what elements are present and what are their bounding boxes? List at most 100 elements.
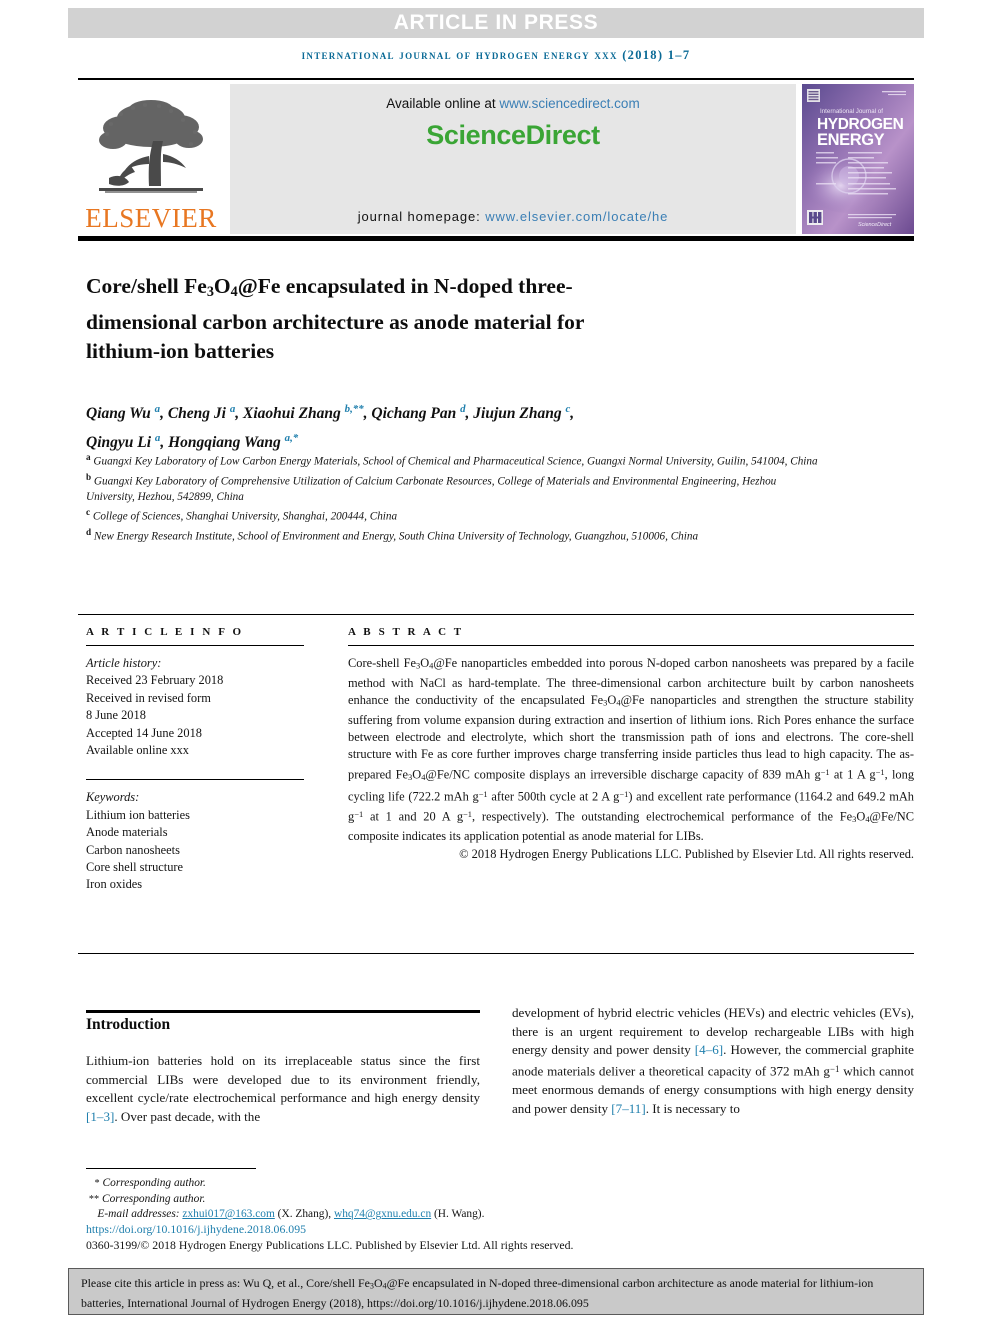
journal-cover-image: International Journal of HYDROGEN ENERGY <box>802 84 914 234</box>
affiliation-list: a Guangxi Key Laboratory of Low Carbon E… <box>86 450 826 545</box>
article-in-press-banner: ARTICLE IN PRESS <box>68 8 924 38</box>
citation-ref[interactable]: [1–3] <box>86 1109 114 1124</box>
introduction-rule <box>86 1010 480 1013</box>
abstract-column: A B S T R A C T Core-shell Fe3O4@Fe nano… <box>348 626 914 864</box>
available-online-prefix: Available online at <box>386 96 500 111</box>
title-sub-4: 4 <box>230 284 238 301</box>
keywords-label: Keywords: <box>86 790 140 805</box>
article-history-item: Available online xxx <box>86 743 189 758</box>
affiliation-item: d New Energy Research Institute, School … <box>86 525 826 545</box>
abstract-seg: at 1 and 20 A g <box>363 809 464 824</box>
article-info-heading: A R T I C L E I N F O <box>86 626 244 638</box>
article-history-item: Accepted 14 June 2018 <box>86 725 202 740</box>
author-item: Qingyu Li a, <box>86 432 165 452</box>
email-label: E-mail addresses: <box>97 1208 183 1221</box>
doi-link[interactable]: https://doi.org/10.1016/j.ijhydene.2018.… <box>86 1222 306 1237</box>
affiliation-item: c College of Sciences, Shanghai Universi… <box>86 505 826 525</box>
corresponding-author-note: ** Corresponding author. <box>86 1192 686 1208</box>
affiliation-text: New Energy Research Institute, School of… <box>93 531 699 544</box>
issn-copyright-line: 0360-3199/© 2018 Hydrogen Energy Publica… <box>86 1238 574 1252</box>
keyword-item: Core shell structure <box>86 860 184 875</box>
citation-ref[interactable]: [7–11] <box>611 1101 645 1116</box>
author-item: Xiaohui Zhang b,**, <box>243 403 368 423</box>
author-item: Hongqiang Wang a,* <box>168 432 299 452</box>
affiliation-text: College of Sciences, Shanghai University… <box>92 511 398 524</box>
masthead-bottom-rule <box>78 236 914 241</box>
article-history-label: Article history: <box>86 656 162 670</box>
keywords-block: Keywords: Lithium ion batteries Anode ma… <box>86 779 304 893</box>
masthead-top-rule <box>78 78 914 80</box>
corresponding-text: Corresponding author. <box>101 1192 206 1205</box>
journal-cover: International Journal of HYDROGEN ENERGY <box>802 84 914 234</box>
article-history-item: Received in revised form <box>86 690 211 705</box>
abstract-seg: O <box>412 767 422 782</box>
affiliation-mark: b <box>86 472 92 483</box>
corresponding-author-note: * Corresponding author. <box>86 1176 686 1192</box>
svg-text:ScienceDirect: ScienceDirect <box>858 222 892 228</box>
introduction-paragraph-left: Lithium-ion batteries hold on its irrepl… <box>86 1052 480 1126</box>
article-history-item: 8 June 2018 <box>86 708 146 723</box>
author-name: Hongqiang Wang <box>168 434 281 452</box>
abstract-divider <box>348 645 914 646</box>
citation-ref[interactable]: [4–6] <box>695 1042 723 1057</box>
keyword-item: Iron oxides <box>86 877 143 892</box>
sciencedirect-link[interactable]: www.sciencedirect.com <box>499 96 639 111</box>
author-affil-mark: a,* <box>284 432 299 445</box>
author-item: Cheng Ji a, <box>167 403 240 423</box>
author-name: Xiaohui Zhang <box>243 405 341 423</box>
journal-homepage-link[interactable]: www.elsevier.com/locate/he <box>485 209 668 224</box>
author-item: Qiang Wu a, <box>86 403 164 423</box>
title-line-1b: O <box>213 274 231 299</box>
abstract-seg: O <box>856 809 866 824</box>
elsevier-tree-icon <box>99 100 203 193</box>
title-line-1c: @Fe encapsulated in N-doped <box>237 274 513 299</box>
email-link-zhang[interactable]: zxhui017@163.com <box>182 1208 274 1220</box>
affiliation-item: a Guangxi Key Laboratory of Low Carbon E… <box>86 450 826 470</box>
abstract-sup: −1 <box>463 808 472 819</box>
title-sub-3: 3 <box>206 284 214 301</box>
elsevier-wordmark: ELSEVIER <box>85 203 217 233</box>
available-online-line: Available online at www.sciencedirect.co… <box>230 96 796 111</box>
author-name: Qichang Pan <box>371 405 457 423</box>
abstract-sup: −1 <box>875 766 885 777</box>
elsevier-logo: ELSEVIER <box>78 84 224 234</box>
article-info-column: A R T I C L E I N F O Article history: R… <box>86 626 304 894</box>
email-addresses-line: E-mail addresses: zxhui017@163.com (X. Z… <box>86 1207 686 1223</box>
cite-article-banner: Please cite this article in press as: Wu… <box>68 1268 924 1315</box>
corresponding-mark: ** <box>88 1193 100 1205</box>
cite-seg: O <box>373 1276 383 1290</box>
abstract-sup: −1 <box>820 766 830 777</box>
affiliation-mark: d <box>86 527 92 538</box>
svg-text:ENERGY: ENERGY <box>817 131 885 149</box>
intro-seg: . Over past decade, with the <box>114 1108 261 1124</box>
corresponding-text: Corresponding author. <box>102 1177 206 1189</box>
intro-seg: . It is necessary to <box>645 1100 740 1116</box>
email-owner-zhang: (X. Zhang), <box>274 1208 334 1221</box>
journal-homepage-prefix: journal homepage: <box>357 209 486 224</box>
keyword-item: Anode materials <box>86 825 168 840</box>
affiliation-item: b Guangxi Key Laboratory of Comprehensiv… <box>86 470 826 505</box>
abstract-seg: after 500th cycle at 2 A g <box>487 789 620 804</box>
author-list: Qiang Wu a, Cheng Ji a, Xiaohui Zhang b,… <box>86 397 786 455</box>
author-name: Cheng Ji <box>167 405 226 423</box>
author-affil-mark: b,** <box>344 403 364 415</box>
masthead: ELSEVIER Available online at www.science… <box>78 84 914 234</box>
info-bottom-rule <box>78 953 914 954</box>
body-column-left: Introduction Lithium-ion batteries hold … <box>86 1016 480 1126</box>
author-item: Qichang Pan d, <box>371 403 470 423</box>
abstract-sup: −1 <box>478 788 488 799</box>
keyword-item: Carbon nanosheets <box>86 842 180 857</box>
email-link-wang[interactable]: whq74@gxnu.edu.cn <box>334 1208 431 1220</box>
info-top-rule <box>78 614 914 615</box>
body-column-right: development of hybrid electric vehicles … <box>512 1004 914 1118</box>
author-name: Jiujun Zhang <box>473 405 562 423</box>
keywords-divider <box>86 779 304 781</box>
page-title: Core/shell Fe3O4@Fe encapsulated in N-do… <box>86 272 646 365</box>
author-name: Qingyu Li <box>86 434 152 452</box>
abstract-sup: −1 <box>354 808 364 819</box>
affiliation-mark: a <box>86 452 91 462</box>
abstract-text: Core-shell Fe3O4@Fe nanoparticles embedd… <box>348 655 914 845</box>
title-line-1a: Core/shell Fe <box>86 274 207 299</box>
article-in-press-label: ARTICLE IN PRESS <box>393 11 599 34</box>
keyword-item: Lithium ion batteries <box>86 807 190 822</box>
